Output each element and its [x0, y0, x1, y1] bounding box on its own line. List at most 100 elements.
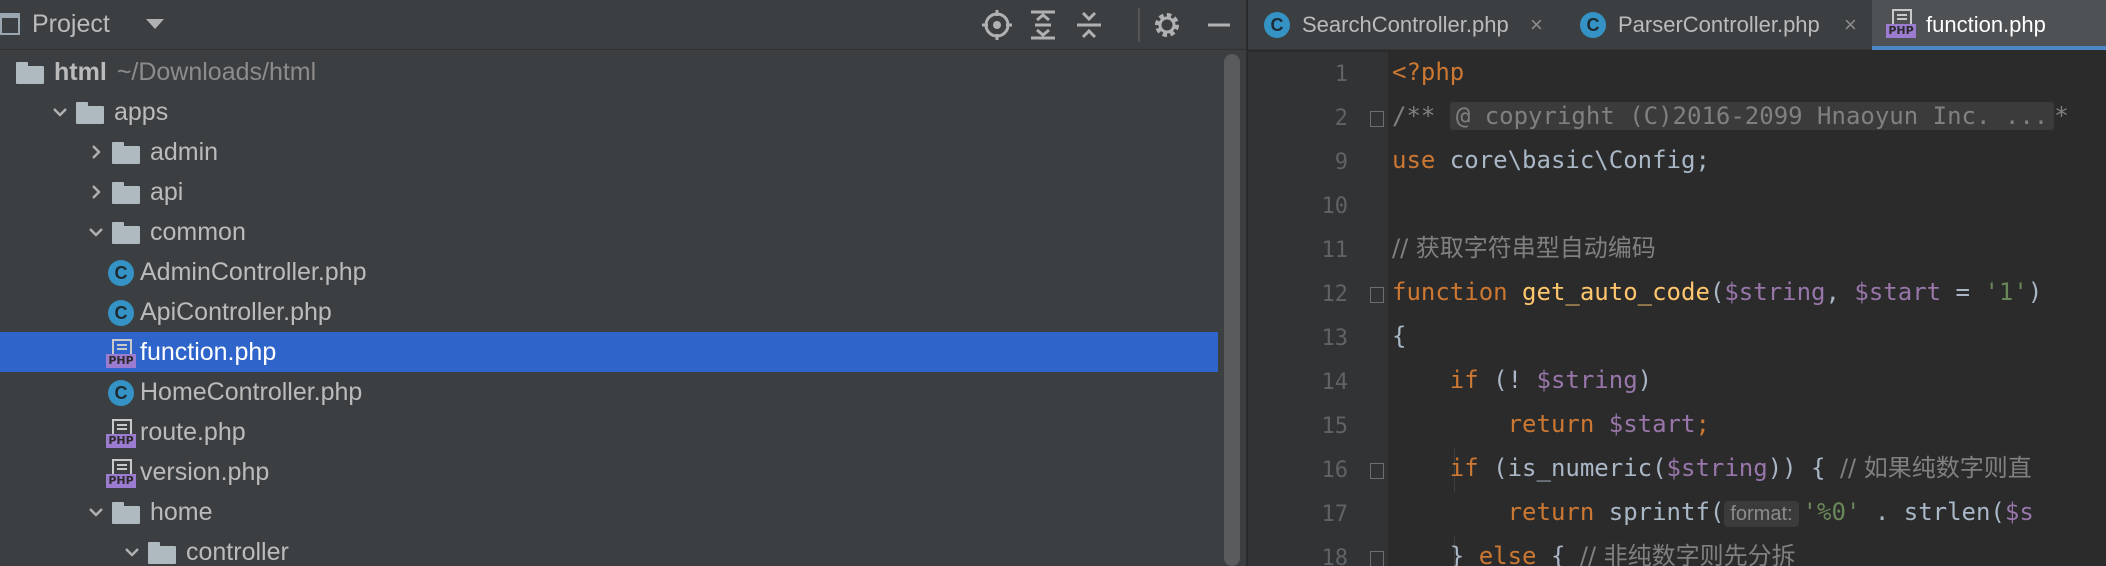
folder-icon	[112, 182, 140, 204]
tab-function-php[interactable]: PHP function.php	[1872, 0, 2106, 50]
class-icon: C	[1580, 12, 1606, 38]
tree-item-label: function.php	[140, 338, 277, 366]
project-panel-title[interactable]: Project	[32, 10, 110, 39]
code-editor: C SearchController.php × C ParserControl…	[1248, 0, 2106, 566]
tree-item-version-php[interactable]: PHP version.php	[0, 452, 1218, 492]
chevron-down-icon[interactable]	[86, 222, 106, 242]
tree-item-home[interactable]: home	[0, 492, 1218, 532]
tree-item-label: ApiController.php	[140, 298, 332, 326]
tab-label: ParserController.php	[1618, 12, 1820, 37]
fold-marker-icon[interactable]	[1370, 551, 1384, 566]
code-line-12: function get_auto_code($string, $start =…	[1392, 278, 2043, 306]
hide-panel-icon[interactable]	[1202, 8, 1236, 42]
tree-item-function-php[interactable]: PHP function.php	[0, 332, 1218, 372]
line-number: 18	[1321, 546, 1349, 566]
tree-item-label: common	[150, 218, 246, 246]
code-line-11: // 获取字符串型自动编码	[1392, 234, 1656, 262]
line-number: 14	[1321, 370, 1349, 395]
line-number: 9	[1334, 150, 1348, 175]
class-icon: C	[108, 300, 134, 326]
code-line-2: /** @ copyright (C)2016-2099 Hnaoyun Inc…	[1392, 102, 2069, 130]
code-line-1: <?php	[1392, 58, 1465, 86]
tree-item-label: admin	[150, 138, 219, 166]
close-icon[interactable]: ×	[1530, 12, 1543, 38]
collapse-all-icon[interactable]	[1072, 8, 1106, 42]
class-icon: C	[108, 260, 134, 286]
line-number: 12	[1321, 282, 1349, 307]
code-area[interactable]: <?php /** @ copyright (C)2016-2099 Hnaoy…	[1392, 52, 2106, 566]
tree-item-api[interactable]: api	[0, 172, 1218, 212]
gear-icon[interactable]	[1150, 8, 1184, 42]
tree-item-label: HomeController.php	[140, 378, 363, 406]
fold-marker-icon[interactable]	[1370, 111, 1384, 127]
toolbar-separator	[1138, 8, 1140, 42]
tree-scrollbar[interactable]	[1224, 54, 1240, 566]
line-number: 10	[1321, 194, 1349, 219]
tree-item-admincontroller-php[interactable]: C AdminController.php	[0, 252, 1218, 292]
tree-item-common[interactable]: common	[0, 212, 1218, 252]
tree-item-apps[interactable]: apps	[0, 92, 1218, 132]
line-number: 2	[1334, 106, 1348, 131]
line-number: 13	[1321, 326, 1349, 351]
php-file-icon: PHP	[1886, 9, 1916, 39]
parameter-hint: format:	[1724, 501, 1799, 527]
close-icon[interactable]: ×	[1844, 12, 1857, 38]
expand-all-icon[interactable]	[1026, 8, 1060, 42]
class-icon: C	[1264, 12, 1290, 38]
folder-icon	[112, 502, 140, 524]
tree-item-label: version.php	[140, 458, 270, 486]
tab-search-controller[interactable]: C SearchController.php ×	[1248, 0, 1558, 50]
php-file-icon: PHP	[106, 339, 136, 369]
tree-item-html[interactable]: html ~/Downloads/html	[0, 52, 1218, 92]
line-number: 15	[1321, 414, 1349, 439]
chevron-right-icon[interactable]	[86, 142, 106, 162]
chevron-down-icon[interactable]	[86, 502, 106, 522]
php-file-icon: PHP	[106, 419, 136, 449]
tree-item-label: apps	[114, 98, 169, 126]
project-window-icon	[0, 13, 20, 35]
line-number-gutter: 1 2 9 10 11 12 13 14 15 16 17 18	[1248, 52, 1388, 566]
fold-marker-icon[interactable]	[1370, 287, 1384, 303]
fold-marker-icon[interactable]	[1370, 463, 1384, 479]
tree-item-controller[interactable]: controller	[0, 532, 1218, 566]
line-number: 16	[1321, 458, 1349, 483]
editor-tabs: C SearchController.php × C ParserControl…	[1248, 0, 2106, 50]
view-dropdown-icon[interactable]	[146, 19, 164, 29]
project-panel: Project html ~/Downloads/html apps admin api…	[0, 0, 1246, 566]
code-line-18: } else { // 非纯数字则先分拆	[1449, 542, 1796, 566]
chevron-down-icon[interactable]	[122, 542, 142, 562]
tab-label: function.php	[1926, 12, 2046, 37]
chevron-right-icon[interactable]	[86, 182, 106, 202]
code-line-16: if (is_numeric($string)) { // 如果纯数字则直	[1449, 454, 2032, 482]
php-file-icon: PHP	[106, 459, 136, 489]
code-line-13: {	[1392, 322, 1407, 350]
project-panel-header: Project	[0, 0, 1246, 50]
tree-item-label: home	[150, 498, 213, 526]
folded-region[interactable]: @ copyright (C)2016-2099 Hnaoyun Inc. ..…	[1449, 102, 2055, 130]
tree-item-label: api	[150, 178, 184, 206]
code-line-17: return sprintf(format: '%0' . strlen($s	[1507, 498, 2034, 527]
chevron-down-icon[interactable]	[50, 102, 70, 122]
tree-item-apicontroller-php[interactable]: C ApiController.php	[0, 292, 1218, 332]
tree-item-admin[interactable]: admin	[0, 132, 1218, 172]
folder-icon	[112, 222, 140, 244]
tree-item-label: controller	[186, 538, 289, 566]
tree-item-route-php[interactable]: PHP route.php	[0, 412, 1218, 452]
tree-item-label: route.php	[140, 418, 246, 446]
code-line-15: return $start;	[1507, 410, 1710, 438]
locate-file-icon[interactable]	[980, 8, 1014, 42]
code-line-9: use core\basic\Config;	[1392, 146, 1710, 174]
class-icon: C	[108, 380, 134, 406]
folder-icon	[112, 142, 140, 164]
line-number: 1	[1334, 62, 1348, 87]
folder-icon	[16, 62, 44, 84]
tree-item-label: AdminController.php	[140, 258, 367, 286]
folder-icon	[76, 102, 104, 124]
tab-parser-controller[interactable]: C ParserController.php ×	[1564, 0, 1872, 50]
line-number: 17	[1321, 502, 1349, 527]
line-number: 11	[1321, 238, 1349, 263]
tree-item-homecontroller-php[interactable]: C HomeController.php	[0, 372, 1218, 412]
tree-item-label: html ~/Downloads/html	[54, 58, 317, 86]
folder-icon	[148, 542, 176, 564]
tab-label: SearchController.php	[1302, 12, 1509, 37]
